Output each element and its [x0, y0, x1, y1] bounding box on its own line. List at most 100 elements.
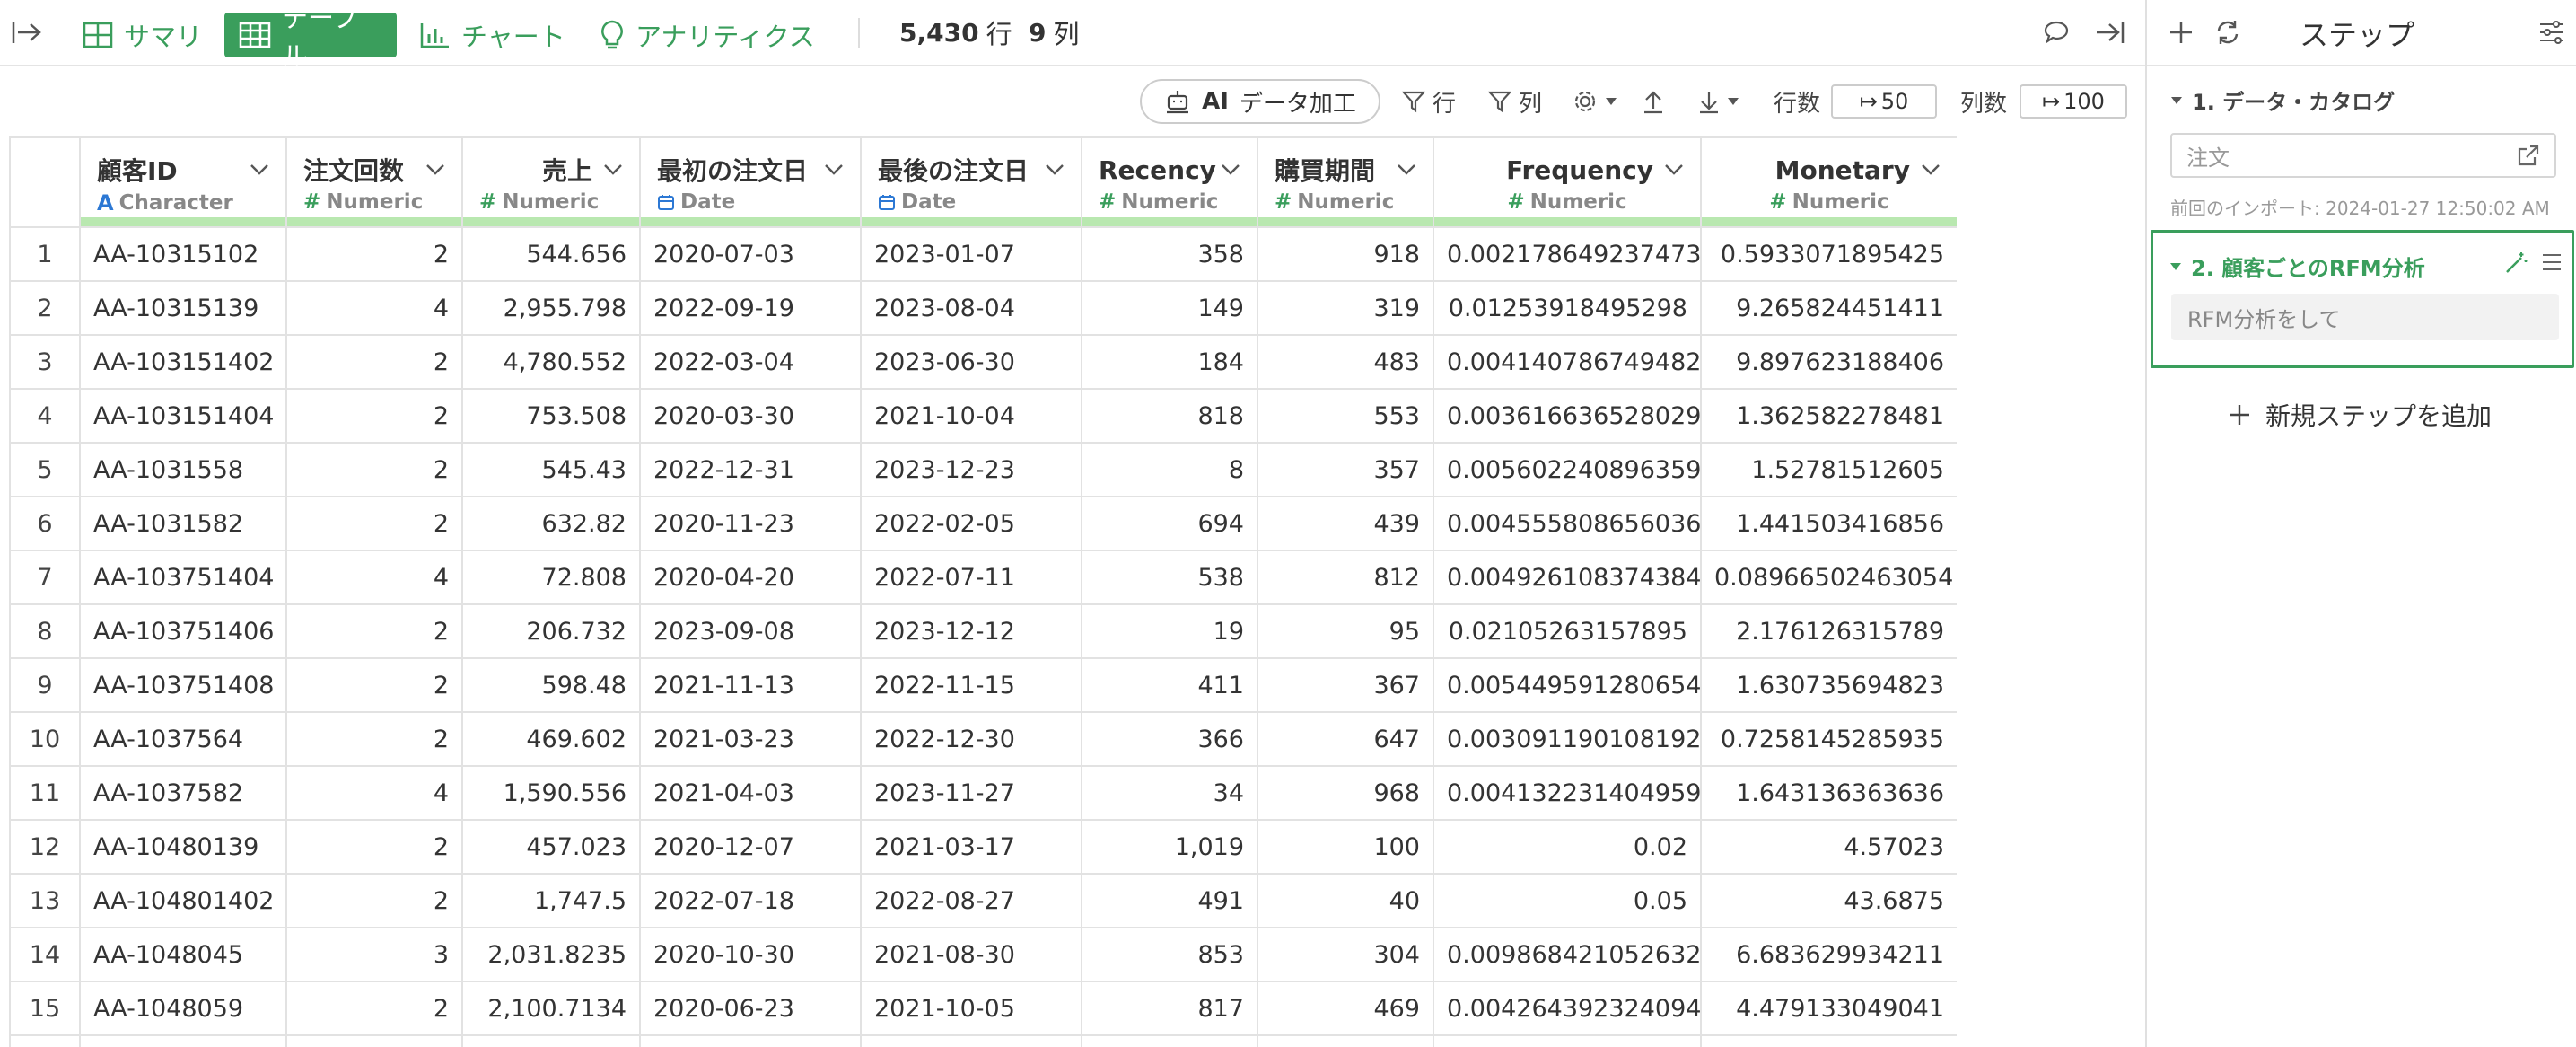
- table-cell[interactable]: [1081, 1034, 1258, 1047]
- table-cell[interactable]: 19: [1081, 603, 1258, 659]
- table-cell[interactable]: 2022-12-30: [860, 711, 1082, 767]
- table-cell[interactable]: 2021-10-04: [860, 388, 1082, 444]
- table-cell[interactable]: [1257, 1034, 1434, 1047]
- table-cell[interactable]: 2020-06-23: [639, 981, 862, 1036]
- table-cell[interactable]: 9.265824451411: [1700, 280, 1957, 336]
- table-cell[interactable]: 0.009868421052632: [1433, 927, 1702, 982]
- column-header[interactable]: 購買期間 # Numeric: [1257, 136, 1434, 227]
- step-2-header[interactable]: 2. 顧客ごとのRFM分析: [2169, 251, 2425, 282]
- table-row[interactable]: 4 AA-103151404 2 753.508 2020-03-30 2021-10-0…: [9, 388, 1957, 444]
- table-cell[interactable]: 457.023: [461, 819, 641, 875]
- table-cell[interactable]: 2023-01-07: [860, 226, 1082, 282]
- row-filter-button[interactable]: 行: [1402, 83, 1456, 120]
- table-cell[interactable]: 469.602: [461, 711, 641, 767]
- table-cell[interactable]: 2020-03-30: [639, 388, 862, 444]
- table-cell[interactable]: 817: [1081, 981, 1258, 1036]
- table-cell[interactable]: [639, 1034, 862, 1047]
- table-cell[interactable]: 0.01253918495298: [1433, 280, 1702, 336]
- table-cell[interactable]: 0.05: [1433, 873, 1702, 928]
- table-cell[interactable]: 0.004140786749482: [1433, 334, 1702, 390]
- comment-icon[interactable]: [2043, 20, 2070, 45]
- table-cell[interactable]: 2021-03-17: [860, 819, 1082, 875]
- table-cell[interactable]: 0.7258145285935: [1700, 711, 1957, 767]
- table-cell[interactable]: 4,780.552: [461, 334, 641, 390]
- table-cell[interactable]: 2020-04-20: [639, 550, 862, 605]
- table-cell[interactable]: 1,590.556: [461, 765, 641, 821]
- table-cell[interactable]: 43.6875: [1700, 873, 1957, 928]
- table-cell[interactable]: 1.441503416856: [1700, 496, 1957, 551]
- table-cell[interactable]: 632.82: [461, 496, 641, 551]
- chevron-down-icon[interactable]: [1221, 163, 1240, 176]
- table-cell[interactable]: AA-1048045: [79, 927, 287, 982]
- table-cell[interactable]: 40: [1257, 873, 1434, 928]
- table-cell[interactable]: 367: [1257, 657, 1434, 713]
- table-cell[interactable]: 2022-12-31: [639, 442, 862, 497]
- table-cell[interactable]: AA-10315139: [79, 280, 287, 336]
- table-cell[interactable]: 918: [1257, 226, 1434, 282]
- export-button[interactable]: [1643, 83, 1664, 120]
- table-cell[interactable]: 2023-12-23: [860, 442, 1082, 497]
- column-header[interactable]: Frequency # Numeric: [1433, 136, 1702, 227]
- table-cell[interactable]: 491: [1081, 873, 1258, 928]
- table-cell[interactable]: 2023-08-04: [860, 280, 1082, 336]
- table-cell[interactable]: 0.005449591280654: [1433, 657, 1702, 713]
- table-cell[interactable]: AA-104801402: [79, 873, 287, 928]
- table-cell[interactable]: 0.02105263157895: [1433, 603, 1702, 659]
- table-cell[interactable]: [79, 1034, 287, 1047]
- refresh-icon[interactable]: [2213, 18, 2242, 47]
- table-cell[interactable]: 2022-07-11: [860, 550, 1082, 605]
- table-cell[interactable]: 4: [285, 280, 463, 336]
- table-row[interactable]: 12 AA-10480139 2 457.023 2020-12-07 2021-03-1…: [9, 819, 1957, 875]
- table-cell[interactable]: 2023-11-27: [860, 765, 1082, 821]
- table-cell[interactable]: 968: [1257, 765, 1434, 821]
- table-cell[interactable]: 0.004132231404959: [1433, 765, 1702, 821]
- menu-icon[interactable]: [2541, 252, 2563, 272]
- table-cell[interactable]: 553: [1257, 388, 1434, 444]
- table-cell[interactable]: AA-103151404: [79, 388, 287, 444]
- table-cell[interactable]: 0.5933071895425: [1700, 226, 1957, 282]
- table-cell[interactable]: 4: [285, 765, 463, 821]
- table-cell[interactable]: 2: [285, 873, 463, 928]
- table-cell[interactable]: 812: [1257, 550, 1434, 605]
- expand-panel-icon[interactable]: [2093, 19, 2125, 46]
- row-limit-input[interactable]: ↦ 50: [1831, 84, 1937, 119]
- table-cell[interactable]: 357: [1257, 442, 1434, 497]
- table-cell[interactable]: 469: [1257, 981, 1434, 1036]
- add-step-button[interactable]: 新規ステップを追加: [2228, 397, 2492, 433]
- table-cell[interactable]: 2022-09-19: [639, 280, 862, 336]
- table-cell[interactable]: 0.08966502463054: [1700, 550, 1957, 605]
- table-cell[interactable]: 304: [1257, 927, 1434, 982]
- table-cell[interactable]: 439: [1257, 496, 1434, 551]
- table-cell[interactable]: 3: [285, 927, 463, 982]
- table-cell[interactable]: 0.003616636528029: [1433, 388, 1702, 444]
- table-row[interactable]: 3 AA-103151402 2 4,780.552 2022-03-04 2023-06…: [9, 334, 1957, 390]
- table-cell[interactable]: 0.003091190108192: [1433, 711, 1702, 767]
- chevron-down-icon[interactable]: [1664, 163, 1684, 176]
- table-cell[interactable]: 206.732: [461, 603, 641, 659]
- table-cell[interactable]: 1,019: [1081, 819, 1258, 875]
- chevron-down-icon[interactable]: [603, 163, 623, 176]
- table-cell[interactable]: 2021-10-05: [860, 981, 1082, 1036]
- table-cell[interactable]: 2020-10-30: [639, 927, 862, 982]
- table-cell[interactable]: 2023-06-30: [860, 334, 1082, 390]
- table-cell[interactable]: 544.656: [461, 226, 641, 282]
- table-cell[interactable]: 2020-11-23: [639, 496, 862, 551]
- table-cell[interactable]: 2: [285, 388, 463, 444]
- table-cell[interactable]: 598.48: [461, 657, 641, 713]
- table-cell[interactable]: 753.508: [461, 388, 641, 444]
- table-cell[interactable]: 2022-07-18: [639, 873, 862, 928]
- column-header[interactable]: 最初の注文日 Date: [640, 136, 862, 227]
- table-cell[interactable]: 358: [1081, 226, 1258, 282]
- table-cell[interactable]: AA-1031582: [79, 496, 287, 551]
- table-cell[interactable]: 2023-09-08: [639, 603, 862, 659]
- table-cell[interactable]: 647: [1257, 711, 1434, 767]
- table-row[interactable]: 10 AA-1037564 2 469.602 2021-03-23 2022-12-30…: [9, 711, 1957, 767]
- external-link-icon[interactable]: [2517, 144, 2540, 167]
- sliders-icon[interactable]: [2538, 20, 2565, 45]
- table-cell[interactable]: 2021-11-13: [639, 657, 862, 713]
- table-row[interactable]: 15 AA-1048059 2 2,100.7134 2020-06-23 2021-10…: [9, 981, 1957, 1036]
- tab-table[interactable]: テーブル: [224, 3, 397, 71]
- magic-wand-icon[interactable]: [2503, 251, 2528, 276]
- table-cell[interactable]: 2022-08-27: [860, 873, 1082, 928]
- table-cell[interactable]: 2022-02-05: [860, 496, 1082, 551]
